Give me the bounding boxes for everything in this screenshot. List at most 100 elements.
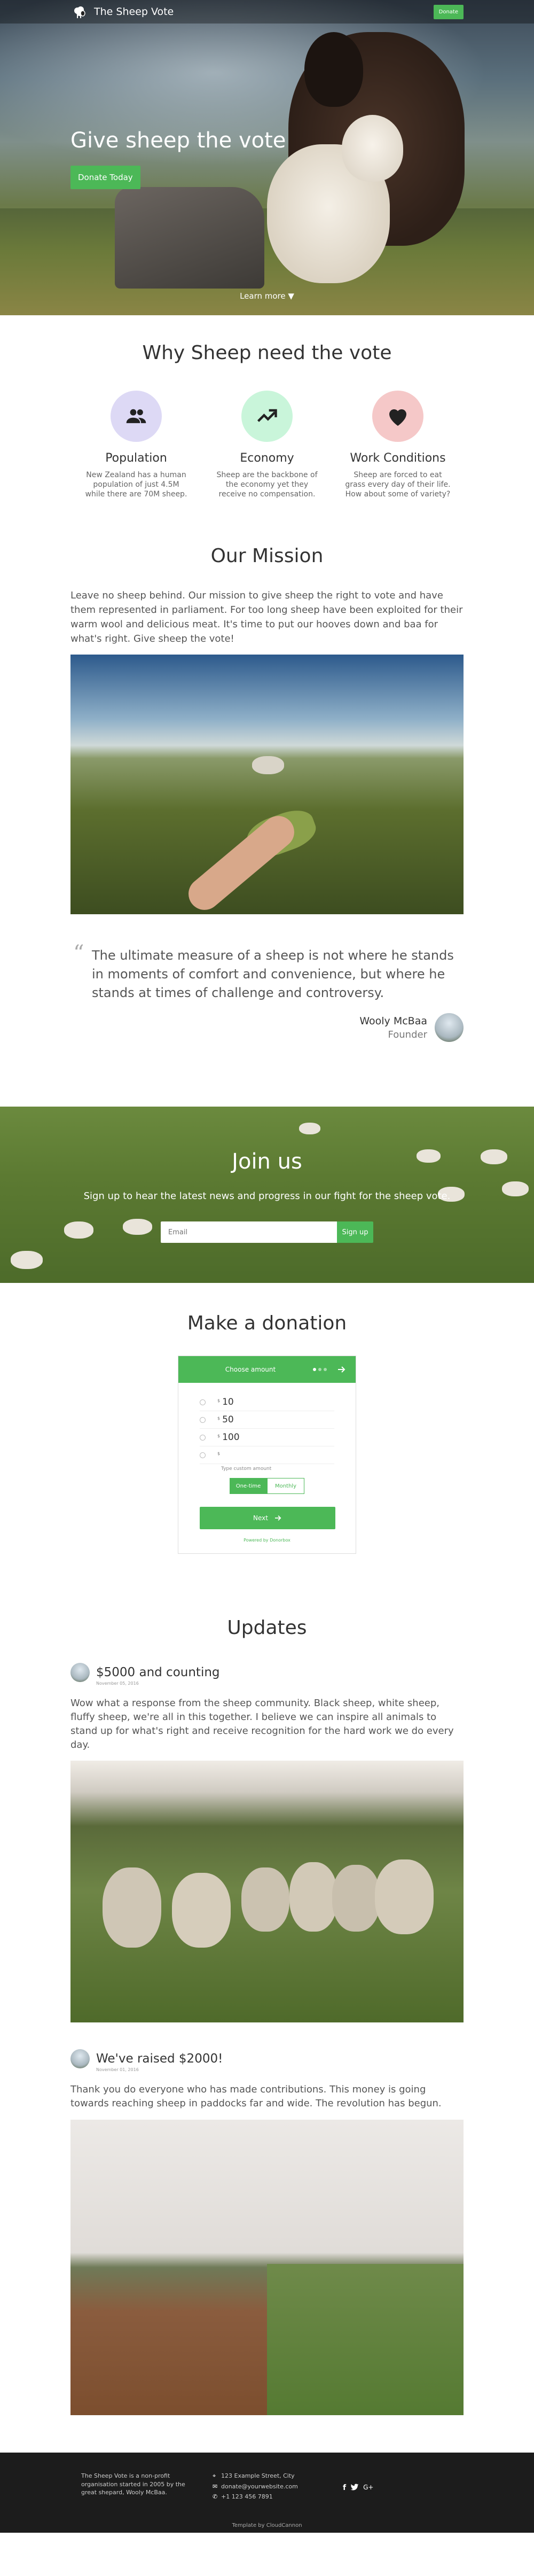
- amount-option[interactable]: $ 100: [200, 1429, 334, 1446]
- facebook-icon[interactable]: f: [343, 2484, 346, 2492]
- why-item-population: Population New Zealand has a human popul…: [71, 391, 202, 500]
- amount-value: 100: [222, 1432, 240, 1443]
- quote-names: Wooly McBaa Founder: [359, 1015, 427, 1040]
- currency-symbol: $: [217, 1398, 221, 1403]
- currency-symbol: $: [217, 1416, 221, 1421]
- next-label: Next: [253, 1514, 268, 1522]
- dark-sheep-head: [304, 32, 363, 107]
- flock-of-sheep-image: [70, 1761, 464, 2023]
- radio-button[interactable]: [200, 1434, 206, 1441]
- hand-with-grass-image: [70, 655, 464, 914]
- footer-credit[interactable]: Template by CloudCannon: [0, 2523, 534, 2528]
- post-title[interactable]: We've raised $2000!: [96, 2052, 223, 2066]
- avatar: [435, 1013, 464, 1042]
- widget-title: Choose amount: [225, 1366, 276, 1373]
- frequency-toggle: One-time Monthly: [200, 1478, 334, 1494]
- mission-title: Our Mission: [210, 545, 324, 567]
- email-field[interactable]: [161, 1221, 337, 1243]
- donation-title: Make a donation: [187, 1312, 347, 1334]
- post-text: Wow what a response from the sheep commu…: [70, 1698, 454, 1751]
- donation-widget: Choose amount $ 10 $ 50 $ 100 $ Type cus…: [178, 1356, 356, 1554]
- post-header: $5000 and counting: [70, 1663, 464, 1682]
- next-button[interactable]: Next: [200, 1507, 335, 1529]
- economy-circle: [241, 391, 293, 442]
- radio-button[interactable]: [200, 1417, 206, 1423]
- why-name: Work Conditions: [350, 452, 446, 465]
- author-role: Founder: [388, 1029, 427, 1040]
- why-grid: Population New Zealand has a human popul…: [0, 391, 534, 500]
- post-date: November 05, 2016: [96, 1681, 139, 1686]
- arrow-right-icon[interactable]: [337, 1366, 346, 1373]
- field-sheep: [123, 1219, 152, 1235]
- email-row: ✉ donate@yourwebsite.com: [213, 2482, 298, 2491]
- phone-icon: ✆: [213, 2493, 218, 2501]
- learn-more-link[interactable]: Learn more ▼: [0, 291, 534, 301]
- amount-option[interactable]: $ 50: [200, 1411, 334, 1429]
- updates-section: Updates $5000 and counting November 05, …: [0, 1587, 534, 2415]
- field-sheep: [299, 1123, 320, 1134]
- location-pin-icon: ⌖: [213, 2472, 216, 2479]
- footer-email[interactable]: donate@yourwebsite.com: [221, 2482, 298, 2491]
- custom-amount-field[interactable]: $: [200, 1446, 334, 1464]
- top-navbar: The Sheep Vote Donate: [0, 0, 534, 24]
- footer-about: The Sheep Vote is a non-profit organisat…: [81, 2472, 185, 2496]
- sheep: [332, 1865, 380, 1932]
- social-links: f G+: [343, 2484, 373, 2492]
- why-text: New Zealand has a human population of ju…: [85, 471, 187, 499]
- sign-up-button[interactable]: Sign up: [337, 1221, 373, 1243]
- one-time-option[interactable]: One-time: [230, 1478, 267, 1494]
- radio-button[interactable]: [200, 1452, 206, 1458]
- quote-author: Wooly McBaa Founder: [359, 1013, 464, 1042]
- grazing-sheep: [252, 756, 284, 774]
- divided-field-image: [70, 2119, 464, 2415]
- post-header: We've raised $2000!: [70, 2049, 464, 2069]
- amount-option[interactable]: $ 10: [200, 1394, 334, 1411]
- update-post: We've raised $2000! November 01, 2016 Th…: [70, 2049, 464, 2415]
- sheep: [103, 1867, 161, 1948]
- post-title[interactable]: $5000 and counting: [96, 1666, 220, 1679]
- sheep: [172, 1873, 231, 1948]
- why-name: Population: [105, 452, 167, 465]
- twitter-icon[interactable]: [350, 2484, 359, 2491]
- why-item-work-conditions: Work Conditions Sheep are forced to eat …: [333, 391, 464, 500]
- population-circle: [111, 391, 162, 442]
- heart-icon: [389, 409, 406, 426]
- google-plus-icon[interactable]: G+: [363, 2484, 373, 2492]
- step-dot: [318, 1368, 321, 1371]
- join-section: Join us Sign up to hear the latest news …: [0, 1107, 534, 1283]
- sheep: [289, 1862, 337, 1932]
- join-title: Join us: [232, 1149, 302, 1174]
- post-date: November 01, 2016: [96, 2067, 139, 2073]
- currency-symbol: $: [217, 1434, 221, 1438]
- envelope-icon: ✉: [213, 2482, 218, 2490]
- updates-title: Updates: [227, 1617, 307, 1639]
- arrow-right-icon: [274, 1515, 281, 1521]
- custom-amount-hint: Type custom amount: [221, 1466, 272, 1472]
- outstretched-hand: [182, 809, 301, 914]
- brand-name[interactable]: The Sheep Vote: [94, 6, 174, 18]
- why-text: Sheep are forced to eat grass every day …: [345, 471, 451, 499]
- monthly-option[interactable]: Monthly: [267, 1478, 304, 1494]
- quote-mark-icon: “: [73, 941, 84, 966]
- amount-value: 50: [222, 1414, 234, 1425]
- footer-phone[interactable]: +1 123 456 7891: [221, 2493, 273, 2501]
- signup-form: Sign up: [161, 1221, 373, 1243]
- trending-up-icon: [257, 409, 277, 422]
- nav-donate-button[interactable]: Donate: [433, 4, 464, 19]
- why-text: Sheep are the backbone of the economy ye…: [216, 471, 318, 499]
- donate-today-button[interactable]: Donate Today: [70, 166, 140, 189]
- sheep: [241, 1867, 289, 1932]
- sheep-logo-icon[interactable]: [70, 3, 89, 21]
- field-sheep: [11, 1251, 43, 1269]
- why-item-economy: Economy Sheep are the backbone of the ec…: [202, 391, 333, 500]
- hero-title: Give sheep the vote: [70, 128, 286, 153]
- powered-by-link[interactable]: Powered by Donorbox: [200, 1538, 334, 1543]
- step-dots: [313, 1368, 327, 1371]
- work-conditions-circle: [372, 391, 423, 442]
- group-icon: [126, 409, 146, 423]
- avatar: [70, 2049, 90, 2069]
- amount-value: 10: [222, 1397, 234, 1407]
- footer-contact: ⌖ 123 Example Street, City ✉ donate@your…: [213, 2472, 298, 2504]
- radio-button[interactable]: [200, 1399, 206, 1405]
- footer-address: 123 Example Street, City: [221, 2472, 295, 2479]
